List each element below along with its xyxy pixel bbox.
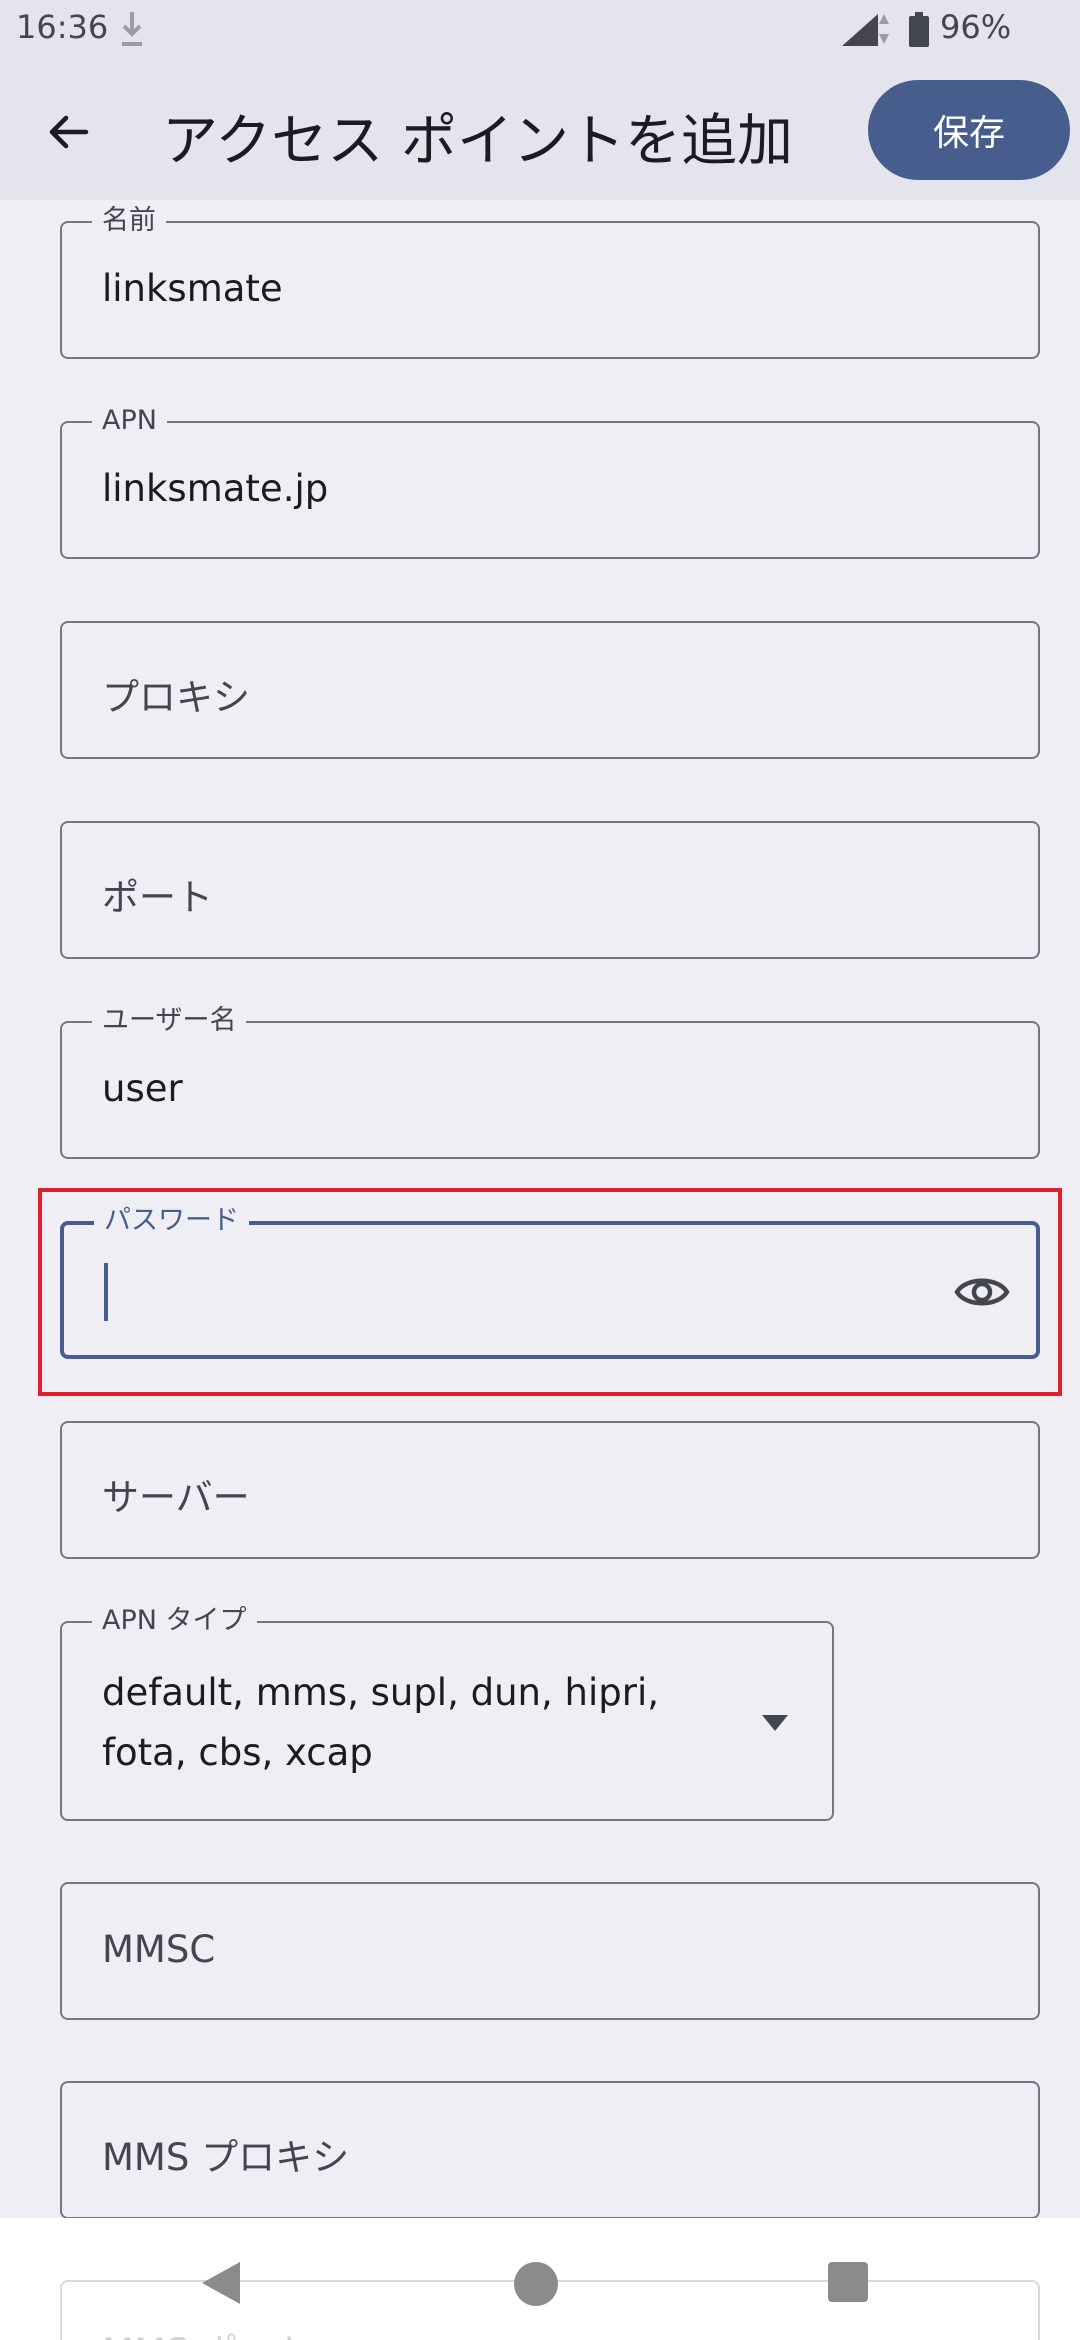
apn-type-value: default, mms, supl, dun, hipri, fota, cb… xyxy=(102,1663,722,1783)
port-placeholder: ポート xyxy=(102,876,213,919)
app-bar: アクセス ポイントを追加 保存 xyxy=(0,58,1080,200)
name-label: 名前 xyxy=(92,205,166,237)
proxy-placeholder: プロキシ xyxy=(102,676,250,719)
mmsc-placeholder: MMSC xyxy=(102,1928,216,1971)
password-label: パスワード xyxy=(94,1205,249,1237)
nav-back-icon[interactable] xyxy=(200,2260,246,2306)
battery-icon xyxy=(909,12,929,47)
arrow-back-icon xyxy=(49,115,89,149)
mms-proxy-field[interactable]: MMS プロキシ xyxy=(60,2081,1040,2219)
signal-icon xyxy=(842,14,878,46)
apn-type-value-line1: default, mms, supl, dun, hipri, xyxy=(102,1671,659,1714)
password-field[interactable]: パスワード xyxy=(60,1205,1040,1359)
apn-field[interactable]: APN linksmate.jp xyxy=(60,405,1040,559)
name-value: linksmate xyxy=(102,267,283,310)
proxy-field[interactable]: プロキシ xyxy=(60,621,1040,759)
status-time: 16:36 xyxy=(16,8,109,46)
apn-type-label: APN タイプ xyxy=(92,1605,257,1637)
apn-type-value-line2: fota, cbs, xcap xyxy=(102,1731,373,1774)
battery-percentage: 96% xyxy=(940,8,1012,46)
navigation-bar: MMS ポート xyxy=(0,2218,1080,2340)
server-field[interactable]: サーバー xyxy=(60,1421,1040,1559)
data-activity-icon xyxy=(879,14,889,44)
username-field[interactable]: ユーザー名 user xyxy=(60,1005,1040,1159)
show-password-eye-icon[interactable] xyxy=(954,1267,1010,1317)
page-title: アクセス ポイントを追加 xyxy=(162,109,794,174)
apn-value: linksmate.jp xyxy=(102,467,329,510)
back-button[interactable] xyxy=(36,100,100,164)
username-value: user xyxy=(102,1067,183,1110)
mms-port-placeholder: MMS ポート xyxy=(102,2322,312,2340)
nav-home-icon[interactable] xyxy=(514,2262,558,2306)
port-field[interactable]: ポート xyxy=(60,821,1040,959)
status-bar: 16:36 96% xyxy=(0,0,1080,58)
name-field[interactable]: 名前 linksmate xyxy=(60,205,1040,359)
save-button[interactable]: 保存 xyxy=(868,80,1070,180)
apn-label: APN xyxy=(92,405,167,437)
text-cursor xyxy=(104,1263,108,1321)
mmsc-field[interactable]: MMSC xyxy=(60,1882,1040,2020)
apn-type-dropdown[interactable]: APN タイプ default, mms, supl, dun, hipri, … xyxy=(60,1605,834,1821)
download-icon xyxy=(122,12,142,46)
nav-recents-icon[interactable] xyxy=(828,2262,868,2302)
mms-proxy-placeholder: MMS プロキシ xyxy=(102,2136,350,2179)
username-label: ユーザー名 xyxy=(92,1005,247,1037)
dropdown-arrow-icon xyxy=(762,1715,788,1731)
server-placeholder: サーバー xyxy=(102,1476,250,1519)
screen: 16:36 96% アクセス ポイントを追加 保存 名前 linksmate A… xyxy=(0,0,1080,2340)
